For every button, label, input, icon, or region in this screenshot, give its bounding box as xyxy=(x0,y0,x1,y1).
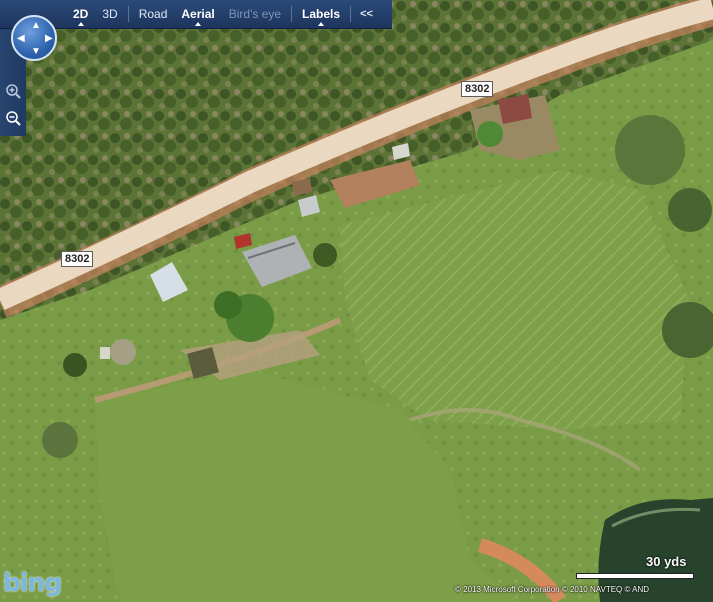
tab-3d[interactable]: 3D xyxy=(95,0,124,28)
tab-road[interactable]: Road xyxy=(132,0,175,28)
scale-label: 30 yds xyxy=(646,554,687,569)
scale-bar xyxy=(576,573,694,579)
toolbar-divider xyxy=(350,6,352,22)
bing-logo: bing xyxy=(3,568,62,597)
pan-left-arrow-icon[interactable]: ◀ xyxy=(17,34,25,44)
pan-up-arrow-icon[interactable]: ▲ xyxy=(31,21,41,31)
zoom-out-button[interactable] xyxy=(4,109,22,127)
road-label-8302-lower: 8302 xyxy=(61,251,94,267)
aerial-imagery xyxy=(0,0,713,602)
tab-birds-eye: Bird's eye xyxy=(228,7,282,21)
tab-2d[interactable]: 2D xyxy=(66,0,95,28)
collapse-toolbar-button[interactable]: << xyxy=(354,8,379,20)
pan-right-arrow-icon[interactable]: ▶ xyxy=(45,34,53,44)
copyright-text: © 2013 Microsoft Corporation © 2010 NAVT… xyxy=(455,585,650,594)
pan-down-arrow-icon[interactable]: ▼ xyxy=(31,47,41,57)
zoom-in-button[interactable] xyxy=(4,82,22,100)
road-label-8302-upper: 8302 xyxy=(461,81,494,97)
toolbar-divider xyxy=(291,6,293,22)
zoom-out-icon xyxy=(6,111,21,126)
aerial-map[interactable] xyxy=(0,0,713,602)
toggle-labels[interactable]: Labels xyxy=(295,0,347,28)
zoom-in-icon xyxy=(6,84,21,99)
map-toolbar: 2D 3D Road Aerial Bird's eye Labels << xyxy=(0,0,392,29)
compass-pan-control[interactable]: ▲ ▼ ◀ ▶ xyxy=(11,15,57,61)
tab-aerial[interactable]: Aerial xyxy=(174,0,221,28)
toolbar-divider xyxy=(127,6,129,22)
